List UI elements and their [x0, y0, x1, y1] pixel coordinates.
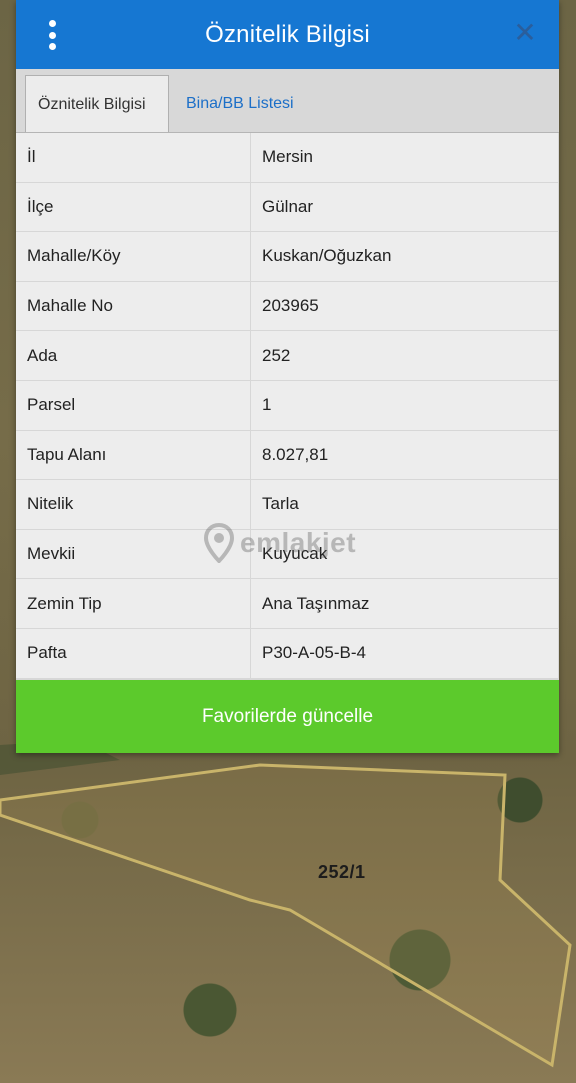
tab-attribute-info[interactable]: Öznitelik Bilgisi: [25, 75, 169, 132]
attribute-value: Kuyucak: [251, 529, 558, 579]
attribute-key: İl: [16, 133, 250, 182]
tab-building-list[interactable]: Bina/BB Listesi: [174, 75, 306, 132]
table-row: İl Mersin: [16, 133, 559, 183]
attribute-key: Mahalle/Köy: [16, 232, 250, 281]
table-row: Zemin Tip Ana Taşınmaz: [16, 579, 559, 629]
attribute-value: Kuskan/Oğuzkan: [251, 232, 558, 281]
attribute-value: Mersin: [251, 133, 558, 182]
tab-bar: Öznitelik Bilgisi Bina/BB Listesi: [16, 69, 559, 133]
dialog-header: Öznitelik Bilgisi ✕: [16, 0, 559, 69]
close-icon[interactable]: ✕: [511, 18, 539, 48]
attribute-key: Zemin Tip: [16, 579, 250, 628]
attribute-value: Gülnar: [251, 182, 558, 232]
attribute-key: Nitelik: [16, 480, 250, 529]
attribute-value: P30-A-05-B-4: [251, 628, 558, 678]
attribute-key: Parsel: [16, 380, 250, 430]
attribute-key: Mevkii: [16, 529, 250, 579]
table-row: Mahalle/Köy Kuskan/Oğuzkan: [16, 232, 559, 282]
table-row: Tapu Alanı 8.027,81: [16, 430, 559, 481]
table-row: Ada 252: [16, 331, 559, 381]
attribute-value: 252: [251, 331, 558, 380]
table-row: Mevkii Kuyucak: [16, 529, 559, 580]
attribute-value: Tarla: [251, 480, 558, 529]
attribute-dialog: Öznitelik Bilgisi ✕ Öznitelik Bilgisi Bi…: [16, 0, 559, 753]
attribute-key: Mahalle No: [16, 281, 250, 331]
vertical-dots-icon[interactable]: [44, 20, 60, 50]
attribute-key: İlçe: [16, 182, 250, 232]
parcel-label[interactable]: 252/1: [318, 862, 366, 883]
attribute-key: Ada: [16, 331, 250, 380]
attribute-key: Tapu Alanı: [16, 430, 250, 480]
table-row: Parsel 1: [16, 380, 559, 431]
dialog-title: Öznitelik Bilgisi: [205, 20, 370, 48]
table-row: Pafta P30-A-05-B-4: [16, 628, 559, 679]
attribute-table: İl Mersin İlçe Gülnar Mahalle/Köy Kuskan/Oğuz…: [16, 133, 559, 679]
update-favorites-button[interactable]: Favorilerde güncelle: [16, 680, 559, 753]
table-row: Mahalle No 203965: [16, 281, 559, 332]
attribute-value: Ana Taşınmaz: [251, 579, 558, 628]
attribute-value: 1: [251, 380, 558, 430]
attribute-value: 203965: [251, 281, 558, 331]
table-row: Nitelik Tarla: [16, 480, 559, 530]
attribute-value: 8.027,81: [251, 430, 558, 480]
attribute-key: Pafta: [16, 628, 250, 678]
table-row: İlçe Gülnar: [16, 182, 559, 233]
